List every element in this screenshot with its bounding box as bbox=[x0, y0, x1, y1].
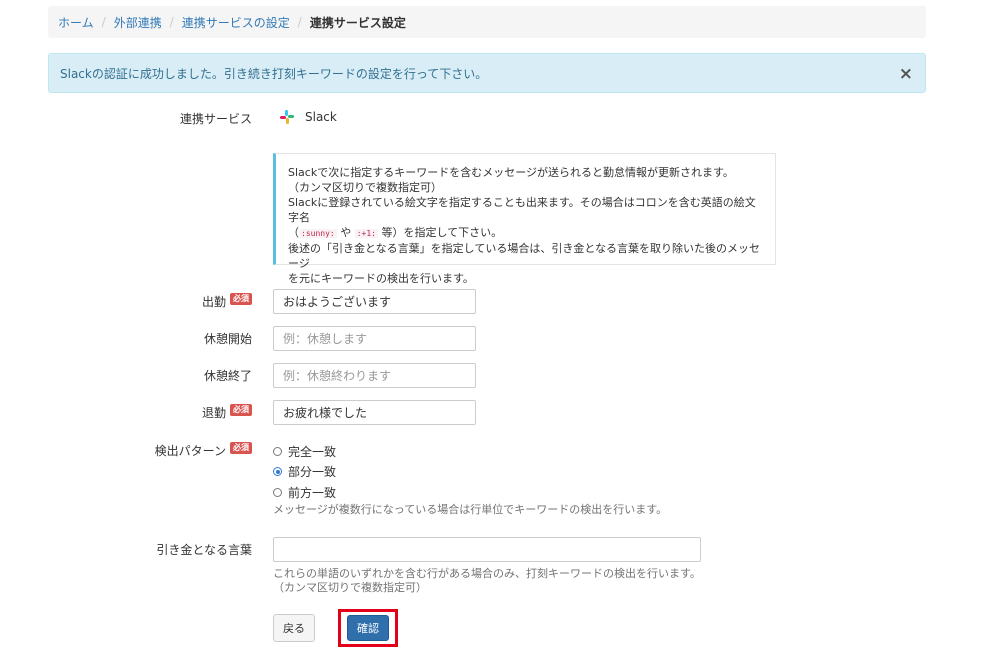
breadcrumb: ホーム / 外部連携 / 連携サービスの設定 / 連携サービス設定 bbox=[48, 6, 926, 38]
info-line: Slackで次に指定するキーワードを含むメッセージが送られると勤怠情報が更新され… bbox=[288, 166, 734, 179]
info-text: （ bbox=[288, 226, 299, 239]
break-end-input[interactable] bbox=[273, 363, 476, 388]
breadcrumb-separator: / bbox=[101, 15, 106, 29]
info-box: Slackで次に指定するキーワードを含むメッセージが送られると勤怠情報が更新され… bbox=[273, 153, 776, 285]
close-icon[interactable]: × bbox=[899, 64, 913, 84]
success-alert: Slackの認証に成功しました。引き続き打刻キーワードの設定を行って下さい。 × bbox=[48, 53, 926, 93]
breadcrumb-home-link[interactable]: ホーム bbox=[58, 14, 94, 31]
detection-pattern-label: 検出パターン 必須 bbox=[140, 442, 252, 459]
radio-circle-checked[interactable] bbox=[273, 467, 282, 476]
trigger-words-input[interactable] bbox=[273, 537, 701, 562]
service-name: Slack bbox=[305, 110, 337, 124]
radio-label: 前方一致 bbox=[288, 486, 337, 500]
info-line: 後述の「引き金となる言葉」を指定している場合は、引き金となる言葉を取り除いた後の… bbox=[288, 242, 761, 270]
clock-in-label-text: 出勤 bbox=[201, 295, 226, 309]
radio-circle[interactable] bbox=[273, 488, 282, 497]
info-text: や bbox=[336, 226, 355, 239]
trigger-words-label: 引き金となる言葉 bbox=[156, 543, 252, 557]
info-line: （:sunny: や :+1: 等）を指定して下さい。 bbox=[288, 225, 763, 241]
detection-help-text: メッセージが複数行になっている場合は行単位でキーワードの検出を行います。 bbox=[273, 503, 668, 516]
breadcrumb-service-settings-link[interactable]: 連携サービスの設定 bbox=[182, 14, 290, 31]
info-line: （カンマ区切りで複数指定可） bbox=[288, 181, 442, 194]
radio-circle[interactable] bbox=[273, 447, 282, 456]
breadcrumb-separator: / bbox=[169, 15, 174, 29]
radio-label: 部分一致 bbox=[288, 465, 337, 479]
radio-prefix-match[interactable]: 前方一致 bbox=[273, 484, 336, 501]
break-end-label: 休憩終了 bbox=[203, 369, 252, 383]
trigger-help-line: （カンマ区切りで複数指定可） bbox=[273, 581, 427, 594]
service-value: Slack bbox=[280, 110, 337, 124]
slack-icon bbox=[280, 110, 294, 124]
breadcrumb-external-link[interactable]: 外部連携 bbox=[114, 14, 162, 31]
trigger-help-line: これらの単語のいずれかを含む行がある場合のみ、打刻キーワードの検出を行います。 bbox=[273, 567, 701, 580]
radio-label: 完全一致 bbox=[288, 445, 337, 459]
clock-in-label: 出勤 必須 bbox=[150, 293, 252, 310]
info-text: 等）を指定して下さい。 bbox=[377, 226, 503, 239]
alert-message: Slackの認証に成功しました。引き続き打刻キーワードの設定を行って下さい。 bbox=[60, 66, 488, 81]
emoji-code: :sunny: bbox=[299, 229, 337, 238]
breadcrumb-separator: / bbox=[297, 15, 302, 29]
radio-exact-match[interactable]: 完全一致 bbox=[273, 443, 336, 460]
info-line: を元にキーワードの検出を行います。 bbox=[288, 272, 474, 285]
detection-pattern-label-text: 検出パターン bbox=[154, 444, 226, 458]
confirm-button[interactable]: 確認 bbox=[347, 615, 389, 641]
clock-in-input[interactable] bbox=[273, 289, 476, 314]
breadcrumb-current: 連携サービス設定 bbox=[309, 15, 406, 30]
clock-out-input[interactable] bbox=[273, 400, 476, 425]
required-badge: 必須 bbox=[230, 404, 252, 416]
back-button[interactable]: 戻る bbox=[273, 614, 315, 642]
clock-out-label-text: 退勤 bbox=[201, 406, 226, 420]
emoji-code: :+1: bbox=[354, 229, 378, 238]
info-line: Slackに登録されている絵文字を指定することも出来ます。その場合はコロンを含む… bbox=[288, 196, 756, 224]
break-start-label: 休憩開始 bbox=[203, 332, 252, 346]
clock-out-label: 退勤 必須 bbox=[150, 404, 252, 421]
required-badge: 必須 bbox=[230, 293, 252, 305]
break-start-input[interactable] bbox=[273, 326, 476, 351]
trigger-help-text: これらの単語のいずれかを含む行がある場合のみ、打刻キーワードの検出を行います。 … bbox=[273, 567, 701, 595]
radio-partial-match[interactable]: 部分一致 bbox=[273, 463, 336, 480]
required-badge: 必須 bbox=[230, 442, 252, 454]
service-label: 連携サービス bbox=[179, 112, 252, 126]
